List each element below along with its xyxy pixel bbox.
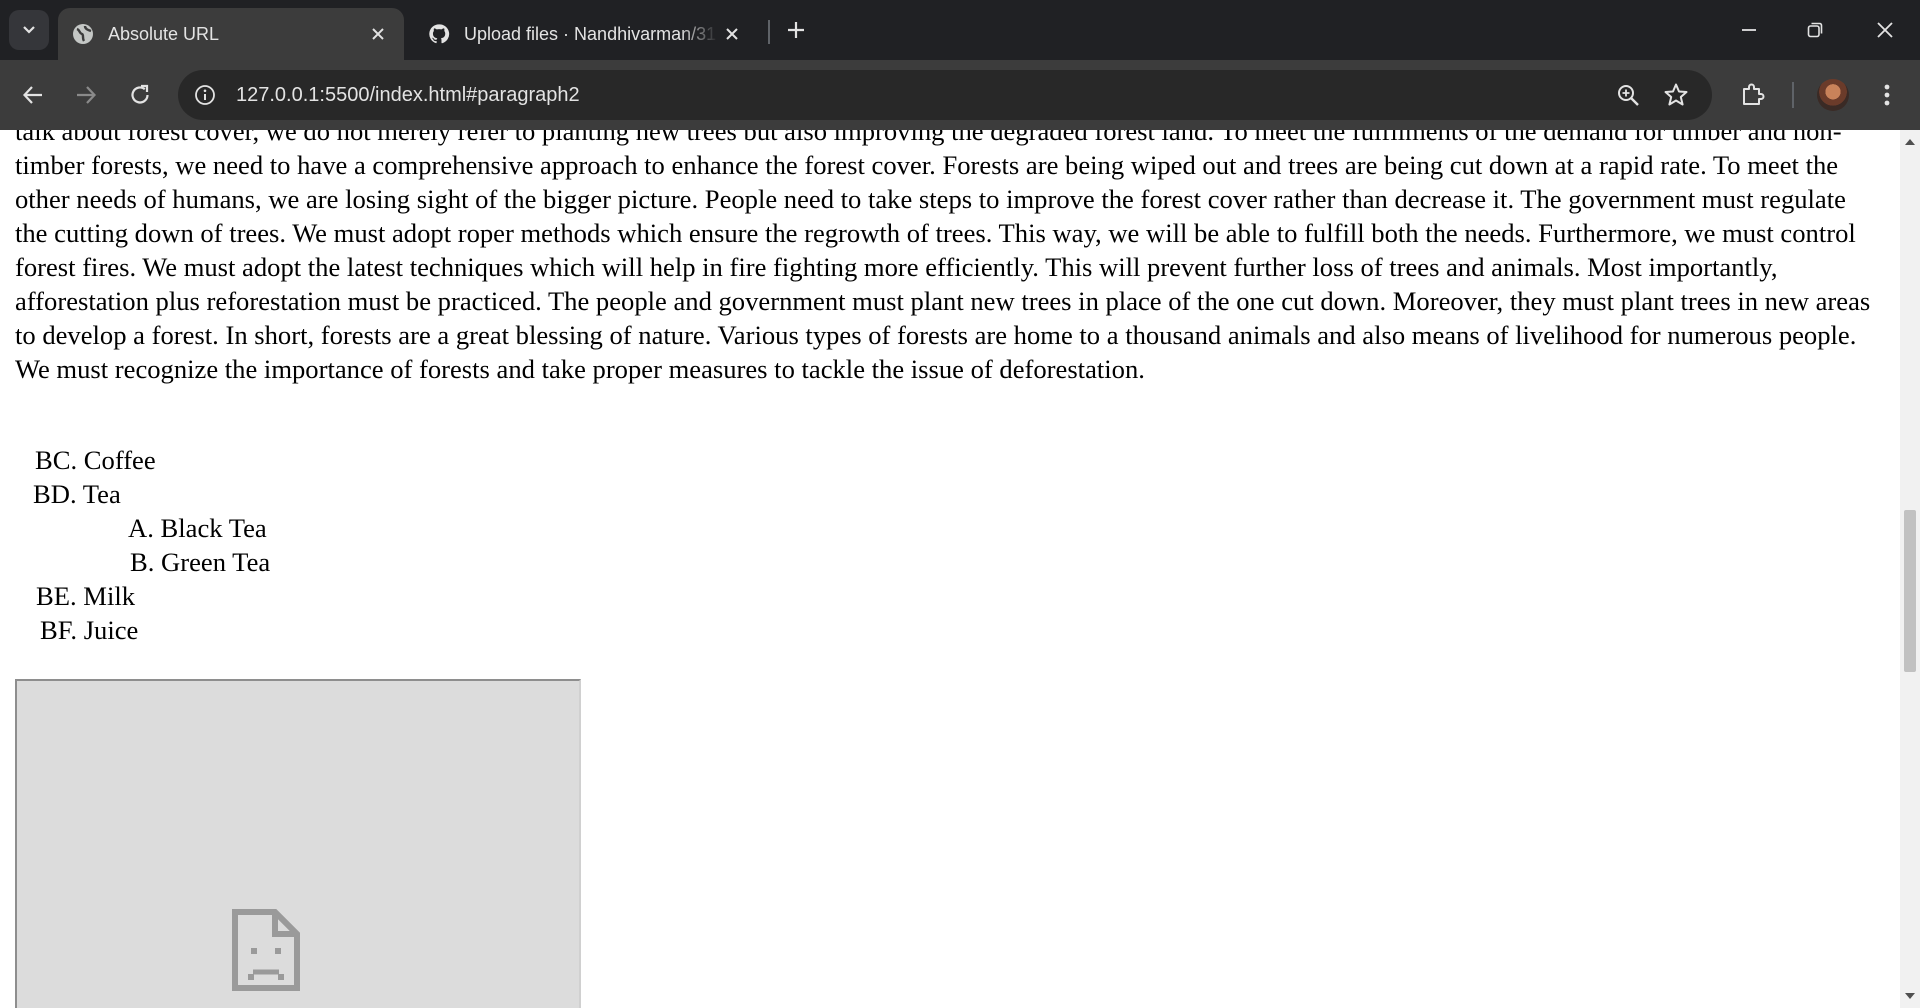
list-item: BD. Tea A. Black Tea B. Green Tea — [30, 477, 270, 579]
list-item-text: Green Tea — [161, 547, 271, 577]
list-item-text: Milk — [83, 581, 136, 611]
back-icon — [22, 86, 42, 104]
browser-menu-button[interactable] — [1867, 75, 1907, 115]
tab-strip: Absolute URL Upload files · Nandhivarman… — [0, 0, 1920, 60]
drinks-list: BC. Coffee BD. Tea A. Black Tea B. Green… — [30, 443, 270, 647]
avatar[interactable] — [1817, 79, 1849, 111]
list-item: BF. Juice — [30, 613, 270, 647]
tab-search-button[interactable] — [9, 10, 49, 50]
browser-toolbar: 127.0.0.1:5500/index.html#paragraph2 — [0, 60, 1920, 130]
extensions-icon — [1743, 83, 1765, 105]
list-item-text: Coffee — [83, 445, 156, 475]
list-marker: BE. — [36, 581, 77, 611]
tab-absolute-url[interactable]: Absolute URL — [58, 8, 404, 60]
tab-upload-files[interactable]: Upload files · Nandhivarman/31 — [414, 8, 758, 60]
zoom-button[interactable] — [1612, 79, 1644, 111]
list-item: A. Black Tea — [128, 511, 270, 545]
list-marker: BD. — [33, 479, 77, 509]
page-viewport: talk about forest cover, we do not merel… — [0, 130, 1900, 1008]
close-tab-icon[interactable] — [364, 20, 392, 48]
list-marker: B. — [130, 547, 155, 577]
tab-title: Absolute URL — [108, 23, 220, 44]
bookmark-button[interactable] — [1660, 79, 1692, 111]
scroll-down-arrow-icon[interactable] — [1900, 988, 1920, 1004]
list-marker: BF. — [40, 615, 78, 645]
reload-icon — [131, 84, 149, 104]
plus-icon — [788, 22, 804, 38]
menu-icon — [1884, 84, 1890, 106]
list-item: BE. Milk — [30, 579, 270, 613]
close-window-button[interactable] — [1852, 0, 1918, 60]
star-icon — [1664, 83, 1688, 106]
extensions-button[interactable] — [1733, 75, 1773, 115]
chevron-down-icon — [23, 26, 35, 34]
url-text[interactable]: 127.0.0.1:5500/index.html#paragraph2 — [236, 84, 580, 107]
minimize-icon — [1742, 29, 1756, 31]
site-info-icon[interactable] — [190, 80, 220, 110]
tea-sublist: A. Black Tea B. Green Tea — [30, 511, 270, 579]
sad-page-icon — [232, 909, 300, 991]
restore-icon — [1807, 22, 1823, 38]
list-marker: BC. — [35, 445, 78, 475]
forward-icon — [77, 86, 97, 104]
toolbar-separator — [1792, 82, 1794, 108]
scroll-up-arrow-icon[interactable] — [1900, 134, 1920, 150]
close-tab-icon[interactable] — [718, 20, 746, 48]
reload-button[interactable] — [120, 75, 160, 115]
list-item-text: Black Tea — [160, 513, 267, 543]
list-item-text: Juice — [83, 615, 139, 645]
globe-icon — [72, 23, 94, 45]
back-button[interactable] — [13, 75, 53, 115]
embedded-frame[interactable] — [15, 679, 581, 1008]
zoom-icon — [1618, 85, 1639, 106]
tab-separator — [768, 20, 770, 44]
close-icon — [1877, 22, 1893, 38]
deforestation-paragraph: talk about forest cover, we do not merel… — [15, 130, 1871, 384]
list-item-text: Tea — [82, 479, 121, 509]
forward-button[interactable] — [66, 75, 106, 115]
page-scrollbar[interactable] — [1900, 130, 1920, 1008]
tab-title: Upload files · Nandhivarman/31 — [464, 23, 717, 44]
github-icon — [428, 23, 450, 45]
new-tab-button[interactable] — [780, 14, 812, 46]
restore-button[interactable] — [1782, 0, 1848, 60]
minimize-button[interactable] — [1716, 0, 1782, 60]
list-marker: A. — [128, 513, 154, 543]
scrollbar-thumb[interactable] — [1904, 510, 1916, 672]
address-bar[interactable]: 127.0.0.1:5500/index.html#paragraph2 — [178, 70, 1712, 120]
list-item: B. Green Tea — [128, 545, 270, 579]
list-item: BC. Coffee — [30, 443, 270, 477]
